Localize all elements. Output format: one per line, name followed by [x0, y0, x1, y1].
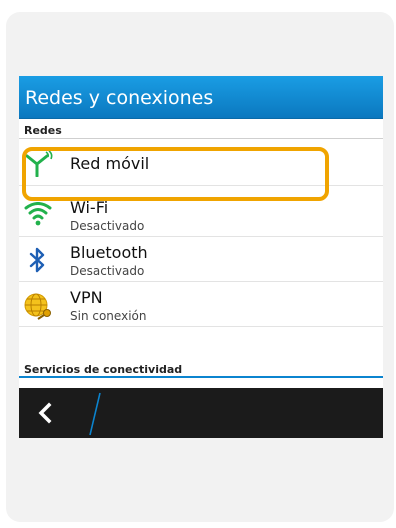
back-chevron-icon [38, 402, 52, 424]
list-item-bluetooth[interactable]: Bluetooth Desactivado [19, 238, 383, 282]
back-button[interactable] [19, 388, 89, 438]
action-bar-divider [89, 392, 101, 436]
section-divider [19, 376, 383, 378]
item-status: Desactivado [70, 264, 145, 278]
item-label: VPN [70, 288, 103, 307]
title-bar: Redes y conexiones [19, 76, 383, 119]
page-title: Redes y conexiones [25, 87, 214, 109]
item-status: Sin conexión [70, 309, 147, 323]
section-label: Redes [24, 124, 62, 137]
wifi-icon [24, 202, 52, 228]
list-item-vpn[interactable]: VPN Sin conexión [19, 283, 383, 327]
vpn-globe-key-icon [24, 292, 52, 320]
highlight-box [22, 147, 329, 201]
section-header-redes: Redes [19, 121, 383, 139]
action-bar [19, 388, 383, 438]
bluetooth-icon [24, 247, 52, 273]
section-label: Servicios de conectividad [24, 363, 183, 376]
section-divider [19, 138, 383, 139]
item-label: Bluetooth [70, 243, 148, 262]
item-status: Desactivado [70, 219, 145, 233]
section-header-servicios: Servicios de conectividad [19, 360, 383, 378]
settings-screen: Redes y conexiones Redes Red móvil Wi-Fi [19, 76, 383, 438]
